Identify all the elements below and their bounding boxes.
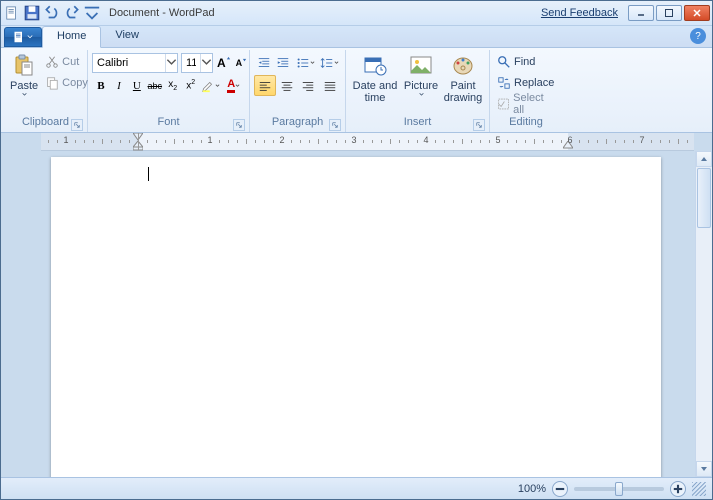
select-all-label: Select all: [513, 92, 555, 116]
zoom-out-button[interactable]: [552, 481, 568, 497]
tab-home[interactable]: Home: [42, 26, 101, 48]
group-label-editing: Editing: [494, 116, 558, 132]
replace-button[interactable]: Replace: [494, 73, 558, 93]
chevron-down-icon[interactable]: [200, 54, 212, 72]
replace-label: Replace: [514, 77, 554, 89]
close-button[interactable]: [684, 5, 710, 21]
insert-dialog-launcher[interactable]: [473, 119, 485, 131]
decrease-indent-button[interactable]: [254, 52, 274, 73]
group-clipboard: Paste Cut Copy Clipboard: [4, 50, 88, 132]
redo-icon[interactable]: [63, 4, 81, 22]
align-right-button[interactable]: [298, 75, 320, 96]
zoom-slider-knob[interactable]: [615, 482, 623, 496]
ribbon-tabs: Home View ?: [1, 26, 712, 48]
find-label: Find: [514, 56, 535, 68]
horizontal-ruler[interactable]: 11234567: [41, 133, 694, 151]
align-center-button[interactable]: [276, 75, 298, 96]
statusbar: 100%: [1, 477, 712, 499]
align-left-button[interactable]: [254, 75, 276, 96]
clipboard-dialog-launcher[interactable]: [71, 119, 83, 131]
undo-icon[interactable]: [43, 4, 61, 22]
paint-drawing-button[interactable]: Paint drawing: [442, 52, 484, 116]
paragraph-dialog-launcher[interactable]: [329, 119, 341, 131]
paste-label: Paste: [10, 80, 38, 92]
cut-button[interactable]: Cut: [42, 52, 91, 72]
copy-button[interactable]: Copy: [42, 73, 91, 93]
group-insert: Date and time Picture Paint drawing Inse…: [346, 50, 490, 132]
font-size-input[interactable]: [182, 57, 200, 69]
scroll-up-button[interactable]: [696, 151, 712, 167]
quick-access-toolbar: [3, 4, 101, 22]
scroll-down-button[interactable]: [696, 461, 712, 477]
app-menu-button[interactable]: [4, 27, 42, 47]
text-cursor: [148, 167, 149, 181]
group-label-clipboard: Clipboard: [8, 116, 83, 132]
italic-button[interactable]: I: [110, 75, 128, 96]
qat-dropdown-icon[interactable]: [83, 4, 101, 22]
document-area: 11234567: [1, 133, 712, 477]
grow-font-button[interactable]: A: [216, 52, 232, 73]
picture-button[interactable]: Picture: [400, 52, 442, 116]
group-label-insert: Insert: [350, 116, 485, 132]
font-dialog-launcher[interactable]: [233, 119, 245, 131]
app-icon[interactable]: [3, 4, 21, 22]
resize-grip[interactable]: [692, 482, 706, 496]
zoom-slider[interactable]: [574, 487, 664, 491]
group-paragraph: Paragraph: [250, 50, 346, 132]
font-family-combo[interactable]: [92, 53, 178, 73]
zoom-control: 100%: [518, 481, 686, 497]
group-label-paragraph: Paragraph: [254, 116, 341, 132]
bold-button[interactable]: B: [92, 75, 110, 96]
help-button[interactable]: ?: [690, 28, 706, 44]
ribbon: Paste Cut Copy Clipboard: [1, 48, 712, 133]
scroll-thumb[interactable]: [697, 168, 711, 228]
paste-button[interactable]: Paste: [8, 52, 40, 116]
increase-indent-button[interactable]: [274, 52, 294, 73]
copy-label: Copy: [62, 77, 88, 89]
strikethrough-button[interactable]: abc: [146, 75, 164, 96]
subscript-button[interactable]: x2: [164, 75, 182, 96]
window-controls: [628, 5, 710, 21]
document-page[interactable]: [51, 157, 661, 477]
underline-button[interactable]: U: [128, 75, 146, 96]
justify-button[interactable]: [319, 75, 341, 96]
picture-label: Picture: [404, 80, 438, 92]
send-feedback-link[interactable]: Send Feedback: [541, 7, 618, 19]
chevron-down-icon[interactable]: [165, 54, 177, 72]
find-button[interactable]: Find: [494, 52, 558, 72]
page-viewport: [1, 151, 694, 477]
group-editing: Find Replace Select all Editing: [490, 50, 562, 132]
zoom-level: 100%: [518, 483, 546, 495]
save-icon[interactable]: [23, 4, 41, 22]
select-all-button[interactable]: Select all: [494, 94, 558, 114]
app-window: Document - WordPad Send Feedback Home Vi…: [0, 0, 713, 500]
minimize-button[interactable]: [628, 5, 654, 21]
titlebar: Document - WordPad Send Feedback: [1, 1, 712, 26]
bullets-button[interactable]: [293, 52, 318, 73]
window-title: Document - WordPad: [109, 7, 215, 19]
maximize-button[interactable]: [656, 5, 682, 21]
group-label-font: Font: [92, 116, 245, 132]
font-color-button[interactable]: A: [222, 75, 245, 96]
date-time-button[interactable]: Date and time: [350, 52, 400, 116]
date-time-label: Date and time: [352, 80, 398, 104]
font-size-combo[interactable]: [181, 53, 213, 73]
zoom-in-button[interactable]: [670, 481, 686, 497]
line-spacing-button[interactable]: [318, 52, 341, 73]
cut-label: Cut: [62, 56, 79, 68]
font-family-input[interactable]: [93, 57, 165, 69]
superscript-button[interactable]: x2: [182, 75, 200, 96]
paint-label: Paint drawing: [444, 80, 483, 104]
tab-view[interactable]: View: [101, 26, 153, 47]
highlight-button[interactable]: [200, 75, 223, 96]
vertical-scrollbar[interactable]: [695, 151, 712, 477]
shrink-font-button[interactable]: A: [235, 52, 249, 73]
group-font: A A B I U abc x2 x2 A Font: [88, 50, 250, 132]
